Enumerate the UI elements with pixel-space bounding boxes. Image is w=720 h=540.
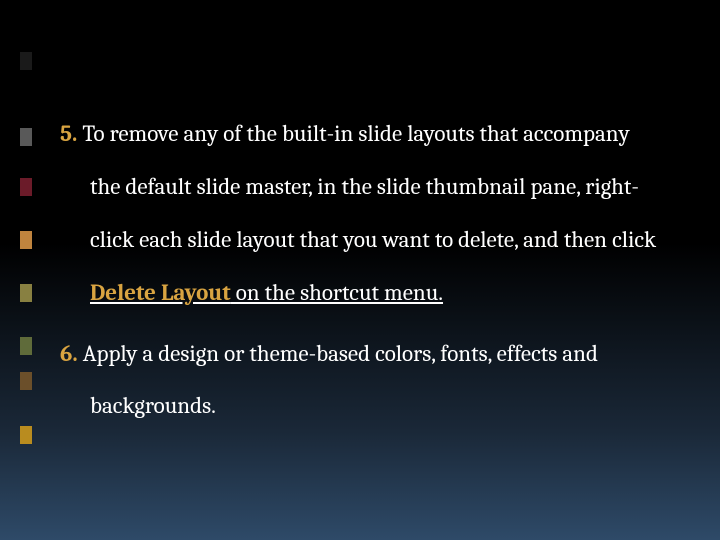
accent-stripe: [20, 231, 32, 249]
item5-text-part2: on the shortcut menu.: [231, 279, 443, 306]
accent-stripe: [20, 284, 32, 302]
item6-number: 6.: [60, 340, 78, 367]
accent-stripe: [20, 128, 32, 146]
list-item-6: 6. Apply a design or theme-based colors,…: [60, 328, 660, 434]
accent-stripe: [20, 426, 32, 444]
slide: 5. To remove any of the built-in slide l…: [0, 0, 720, 540]
accent-stripe: [20, 337, 32, 355]
item5-text-part1: To remove any of the built-in slide layo…: [82, 120, 656, 253]
body-text: 5. To remove any of the built-in slide l…: [60, 108, 660, 433]
item5-bold: Delete Layout: [90, 279, 231, 306]
item6-line: 6. Apply a design or theme-based colors,…: [60, 328, 660, 434]
item5-number: 5.: [60, 120, 77, 147]
list-item-5: 5. To remove any of the built-in slide l…: [60, 108, 660, 320]
accent-stripe: [20, 372, 32, 390]
accent-stripe: [20, 52, 32, 70]
accent-stripe: [20, 178, 32, 196]
item5-line: 5. To remove any of the built-in slide l…: [60, 108, 660, 320]
item6-text: Apply a design or theme-based colors, fo…: [83, 340, 598, 420]
